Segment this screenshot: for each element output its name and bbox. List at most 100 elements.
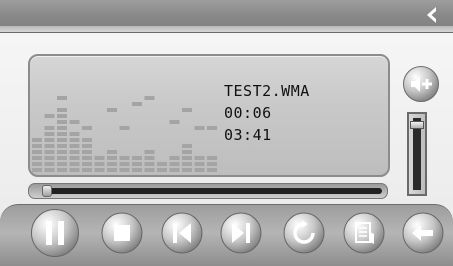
eq-peak: [57, 96, 67, 100]
eq-peak: [107, 108, 117, 112]
eq-segment: [132, 168, 142, 172]
eq-segment: [157, 162, 167, 166]
eq-segment: [82, 144, 92, 148]
eq-segment: [82, 156, 92, 160]
eq-peak: [82, 126, 92, 130]
eq-segment: [107, 168, 117, 172]
eq-segment: [57, 138, 67, 142]
eq-segment: [82, 150, 92, 154]
eq-segment: [144, 168, 155, 172]
media-player: TEST2.WMA 00:06 03:41: [0, 0, 453, 266]
eq-segment: [169, 162, 180, 166]
eq-segment: [57, 126, 67, 130]
eq-segment: [157, 168, 167, 172]
eq-segment: [94, 162, 105, 166]
eq-segment: [57, 120, 67, 124]
back-button[interactable]: [421, 4, 443, 26]
title-bar: [0, 0, 453, 33]
eq-segment: [207, 162, 217, 166]
volume-thumb[interactable]: [410, 121, 424, 129]
eq-segment: [144, 162, 155, 166]
eq-peak: [132, 102, 142, 106]
previous-button[interactable]: [159, 210, 205, 256]
eq-segment: [194, 156, 205, 160]
back-arrow-icon: [427, 7, 436, 23]
exit-icon: [402, 212, 444, 254]
eq-segment: [69, 138, 80, 142]
eq-segment: [44, 144, 55, 148]
eq-segment: [207, 156, 217, 160]
eq-segment: [57, 162, 67, 166]
eq-segment: [32, 156, 42, 160]
eq-segment: [132, 156, 142, 160]
eq-segment: [69, 144, 80, 148]
eq-segment: [44, 126, 55, 130]
seek-bar[interactable]: [28, 183, 388, 199]
eq-segment: [57, 150, 67, 154]
eq-segment: [32, 168, 42, 172]
eq-segment: [82, 168, 92, 172]
eq-segment: [132, 162, 142, 166]
eq-segment: [82, 138, 92, 142]
eq-segment: [119, 168, 130, 172]
pause-button[interactable]: [30, 208, 80, 258]
eq-segment: [107, 150, 117, 154]
stop-icon: [101, 212, 143, 254]
title-bar-shine: [0, 26, 453, 32]
eq-segment: [44, 150, 55, 154]
eq-segment: [182, 144, 192, 148]
eq-segment: [107, 162, 117, 166]
eq-segment: [169, 168, 180, 172]
eq-peak: [194, 126, 205, 130]
playlist-button[interactable]: [341, 210, 387, 256]
eq-segment: [69, 156, 80, 160]
repeat-icon: [283, 212, 325, 254]
eq-segment: [144, 150, 155, 154]
eq-segment: [57, 108, 67, 112]
eq-segment: [82, 162, 92, 166]
eq-segment: [169, 156, 180, 160]
eq-segment: [32, 144, 42, 148]
elapsed-time: 00:06: [224, 104, 272, 122]
eq-segment: [32, 138, 42, 142]
exit-button[interactable]: [400, 210, 446, 256]
seek-thumb[interactable]: [42, 185, 52, 197]
eq-peak: [44, 114, 55, 118]
eq-segment: [144, 156, 155, 160]
eq-segment: [69, 162, 80, 166]
previous-track-icon: [161, 212, 203, 254]
track-info: TEST2.WMA 00:06 03:41: [224, 80, 374, 146]
eq-segment: [44, 132, 55, 136]
pause-icon: [31, 209, 79, 257]
eq-peak: [119, 126, 130, 130]
eq-segment: [69, 132, 80, 136]
eq-segment: [194, 162, 205, 166]
eq-segment: [69, 150, 80, 154]
eq-segment: [57, 114, 67, 118]
eq-segment: [94, 156, 105, 160]
volume-slider[interactable]: [407, 112, 427, 196]
track-filename: TEST2.WMA: [224, 82, 310, 100]
playlist-icon: [343, 212, 385, 254]
eq-segment: [94, 168, 105, 172]
eq-segment: [44, 156, 55, 160]
volume-up-button[interactable]: [402, 65, 440, 103]
equalizer-visualizer: [32, 96, 217, 172]
next-button[interactable]: [218, 210, 264, 256]
eq-segment: [32, 162, 42, 166]
eq-segment: [57, 156, 67, 160]
seek-track: [43, 188, 382, 194]
eq-segment: [57, 168, 67, 172]
eq-segment: [44, 162, 55, 166]
eq-segment: [57, 144, 67, 148]
eq-peak: [69, 120, 80, 124]
repeat-button[interactable]: [281, 210, 327, 256]
stop-button[interactable]: [99, 210, 145, 256]
eq-peak: [182, 108, 192, 112]
eq-segment: [119, 162, 130, 166]
eq-segment: [194, 168, 205, 172]
eq-peak: [169, 120, 180, 124]
eq-segment: [57, 132, 67, 136]
eq-segment: [44, 168, 55, 172]
eq-segment: [69, 168, 80, 172]
